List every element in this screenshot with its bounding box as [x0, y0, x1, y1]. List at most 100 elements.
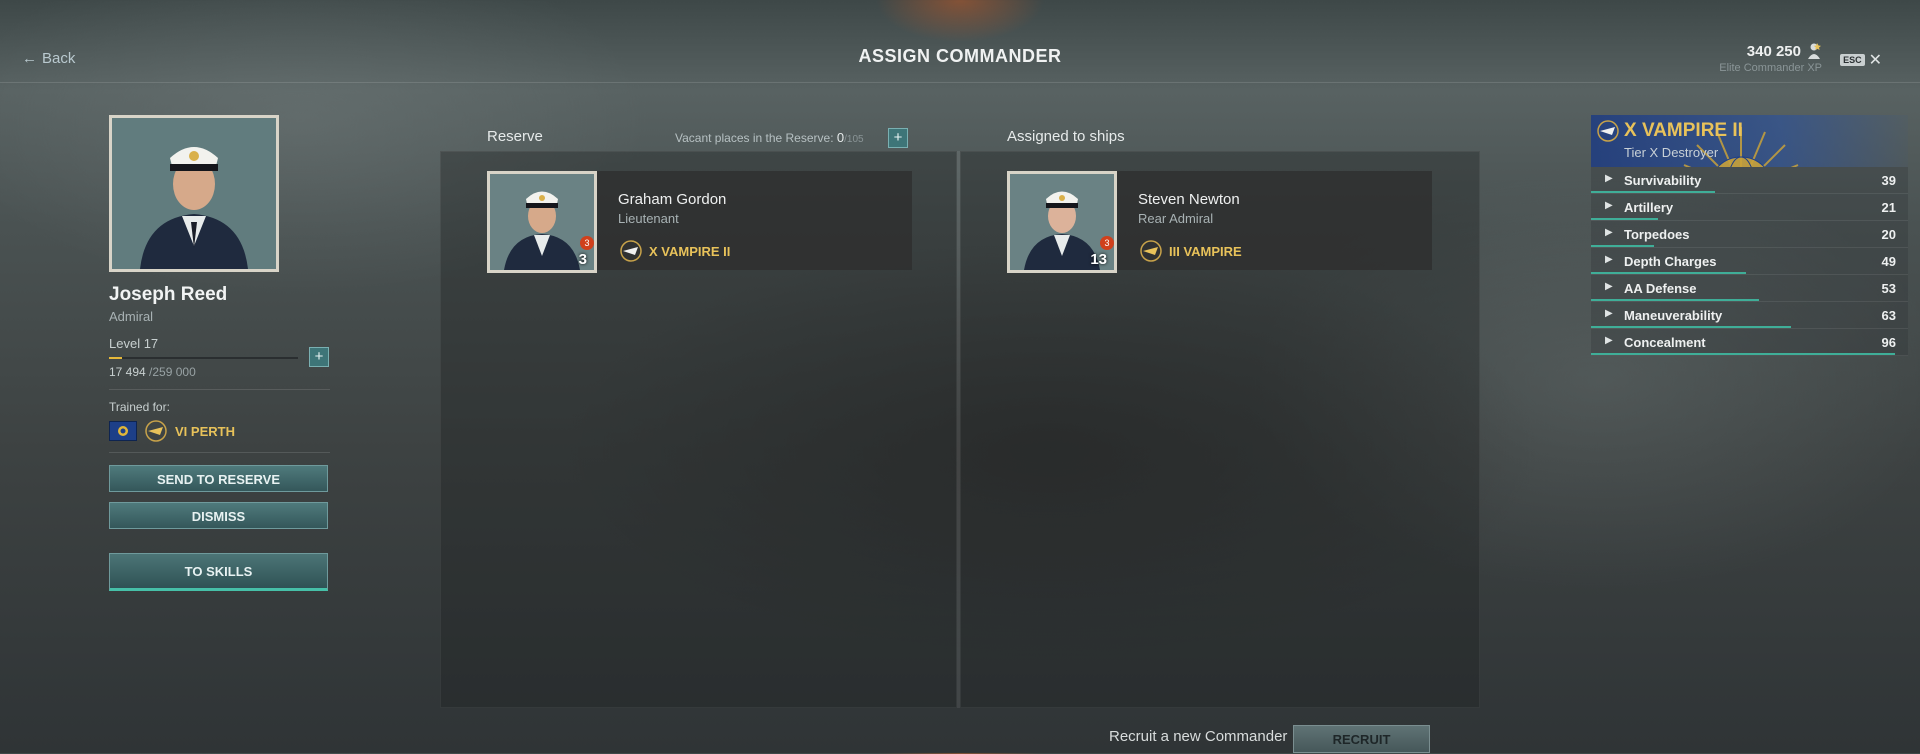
- reserve-commander-card[interactable]: 3 3 Graham Gordon Lieutenant X VAMPIRE I…: [487, 171, 912, 273]
- expand-arrow-icon: ▶: [1605, 335, 1613, 346]
- ship-stat-row[interactable]: ▶ Torpedoes 20: [1591, 221, 1908, 248]
- ship-title: X VAMPIRE II: [1624, 120, 1743, 141]
- ship-stat-bar: [1591, 326, 1791, 328]
- expand-arrow-icon: ▶: [1605, 308, 1613, 319]
- commander-rank: Lieutenant: [618, 211, 679, 226]
- commonwealth-flag-icon: [109, 421, 137, 441]
- commander-xp-total: /259 000: [149, 365, 196, 379]
- ship-stat-bar: [1591, 218, 1658, 220]
- ship-tier: Tier X Destroyer: [1624, 145, 1719, 160]
- page-title: ASSIGN COMMANDER: [858, 46, 1062, 66]
- plus-icon: +: [893, 129, 903, 146]
- commander-xp-current: 17 494: [109, 365, 146, 379]
- add-reserve-slot-button[interactable]: +: [888, 128, 908, 148]
- skill-points-badge: 3: [1100, 236, 1114, 250]
- ship-stat-name: Survivability: [1624, 173, 1702, 188]
- ship-stat-bar: [1591, 272, 1747, 274]
- ship-stat-row[interactable]: ▶ Artillery 21: [1591, 194, 1908, 221]
- reserve-vacant-places: Vacant places in the Reserve: 0/105: [675, 130, 864, 145]
- commander-xp-text: 17 494 /259 000: [109, 365, 330, 379]
- commander-name: Steven Newton: [1138, 191, 1240, 208]
- ship-stat-name: AA Defense: [1624, 281, 1697, 296]
- commander-portrait: 3 3: [487, 171, 597, 273]
- ship-stat-bar: [1591, 353, 1896, 355]
- ship-header: X VAMPIRE II Tier X Destroyer: [1591, 115, 1908, 167]
- expand-arrow-icon: ▶: [1605, 254, 1613, 265]
- ship-stat-name: Torpedoes: [1624, 227, 1690, 242]
- commander-rank: Admiral: [109, 309, 154, 324]
- reserve-heading: Reserve: [487, 128, 543, 145]
- commander-xp-bar-fill: [109, 357, 122, 359]
- ship-stat-value: 53: [1881, 281, 1896, 296]
- ship-name: III VAMPIRE: [1169, 243, 1242, 259]
- elite-xp: 340 250 Elite Commander XP: [1719, 42, 1822, 75]
- ship-stat-row[interactable]: ▶ Depth Charges 49: [1591, 248, 1908, 275]
- commander-xp-icon: [1808, 43, 1821, 59]
- commander-xp-bar: [109, 357, 298, 359]
- top-bar: ← Back ASSIGN COMMANDER 340 250 Elite Co…: [0, 0, 1920, 83]
- commander-ship: III VAMPIRE: [1138, 240, 1242, 262]
- ship-stat-name: Depth Charges: [1624, 254, 1717, 269]
- commander-name: Joseph Reed: [109, 284, 228, 305]
- ship-stat-row[interactable]: ▶ Concealment 96: [1591, 329, 1908, 356]
- ship-panel: X VAMPIRE II Tier X Destroyer ▶ Survivabi…: [1591, 115, 1908, 356]
- ship-stat-name: Concealment: [1624, 335, 1706, 350]
- ship-stat-name: Maneuverability: [1624, 308, 1723, 323]
- plus-icon: +: [314, 348, 324, 365]
- recruit-text: Recruit a new Commander: [1109, 728, 1288, 745]
- ship-stat-row[interactable]: ▶ AA Defense 53: [1591, 275, 1908, 302]
- expand-arrow-icon: ▶: [1605, 281, 1613, 292]
- ship-stat-value: 39: [1881, 173, 1896, 188]
- trained-for-row: VI PERTH: [109, 420, 330, 442]
- expand-arrow-icon: ▶: [1605, 227, 1613, 238]
- commander-level: Level 17: [109, 336, 159, 351]
- commander-portrait-image: [112, 118, 276, 269]
- divider: [109, 389, 330, 390]
- close-icon: ✕: [1868, 52, 1882, 69]
- commander-portrait: 3 13: [1007, 171, 1117, 273]
- divider: [109, 452, 330, 453]
- to-skills-button[interactable]: TO SKILLS: [109, 553, 328, 591]
- ship-stat-value: 49: [1881, 254, 1896, 269]
- commander-level: 3: [578, 251, 587, 268]
- close-button[interactable]: ESC ✕: [1840, 50, 1882, 70]
- commander-panel: Joseph Reed Admiral Level 17 17 494 /259…: [109, 115, 330, 591]
- accelerate-training-button[interactable]: +: [309, 347, 329, 367]
- expand-arrow-icon: ▶: [1605, 200, 1613, 211]
- expand-arrow-icon: ▶: [1605, 173, 1613, 184]
- esc-key-hint: ESC: [1840, 54, 1865, 66]
- ship-stat-bar: [1591, 191, 1715, 193]
- vacant-label: Vacant places in the Reserve:: [675, 131, 834, 145]
- destroyer-class-icon: [145, 420, 167, 442]
- commander-ship: X VAMPIRE II: [618, 240, 730, 262]
- commander-portrait: [109, 115, 279, 272]
- recruit-button[interactable]: RECRUIT: [1293, 725, 1430, 753]
- send-to-reserve-button[interactable]: SEND TO RESERVE: [109, 465, 328, 492]
- ship-stat-bar: [1591, 299, 1759, 301]
- ship-stat-value: 96: [1881, 335, 1896, 350]
- ship-name: X VAMPIRE II: [649, 243, 731, 259]
- destroyer-class-icon: [1597, 120, 1619, 142]
- commander-rank: Rear Admiral: [1138, 211, 1214, 226]
- ship-stat-name: Artillery: [1624, 200, 1674, 215]
- ship-stats-list: ▶ Survivability 39 ▶ Artillery 21 ▶ Torpedoes 20…: [1591, 167, 1908, 356]
- elite-xp-value: 340 250: [1746, 42, 1801, 60]
- ship-stat-bar: [1591, 245, 1655, 247]
- trained-ship-name: VI PERTH: [175, 423, 235, 439]
- trained-for-label: Trained for:: [109, 400, 170, 414]
- destroyer-class-icon: [620, 240, 642, 262]
- ship-stat-row[interactable]: ▶ Survivability 39: [1591, 167, 1908, 194]
- skill-points-badge: 3: [580, 236, 594, 250]
- destroyer-class-icon: [1140, 240, 1162, 262]
- ship-stat-row[interactable]: ▶ Maneuverability 63: [1591, 302, 1908, 329]
- elite-xp-label: Elite Commander XP: [1719, 62, 1822, 74]
- ship-stat-value: 20: [1881, 227, 1896, 242]
- vacant-total: /105: [844, 134, 864, 145]
- commander-name: Graham Gordon: [618, 191, 727, 208]
- assigned-commander-card[interactable]: 3 13 Steven Newton Rear Admiral III VAMP…: [1007, 171, 1432, 273]
- ship-stat-value: 21: [1881, 200, 1896, 215]
- assigned-heading: Assigned to ships: [1007, 128, 1125, 145]
- dismiss-button[interactable]: DISMISS: [109, 502, 328, 529]
- ship-stat-value: 63: [1881, 308, 1896, 323]
- commander-level: 13: [1090, 251, 1107, 268]
